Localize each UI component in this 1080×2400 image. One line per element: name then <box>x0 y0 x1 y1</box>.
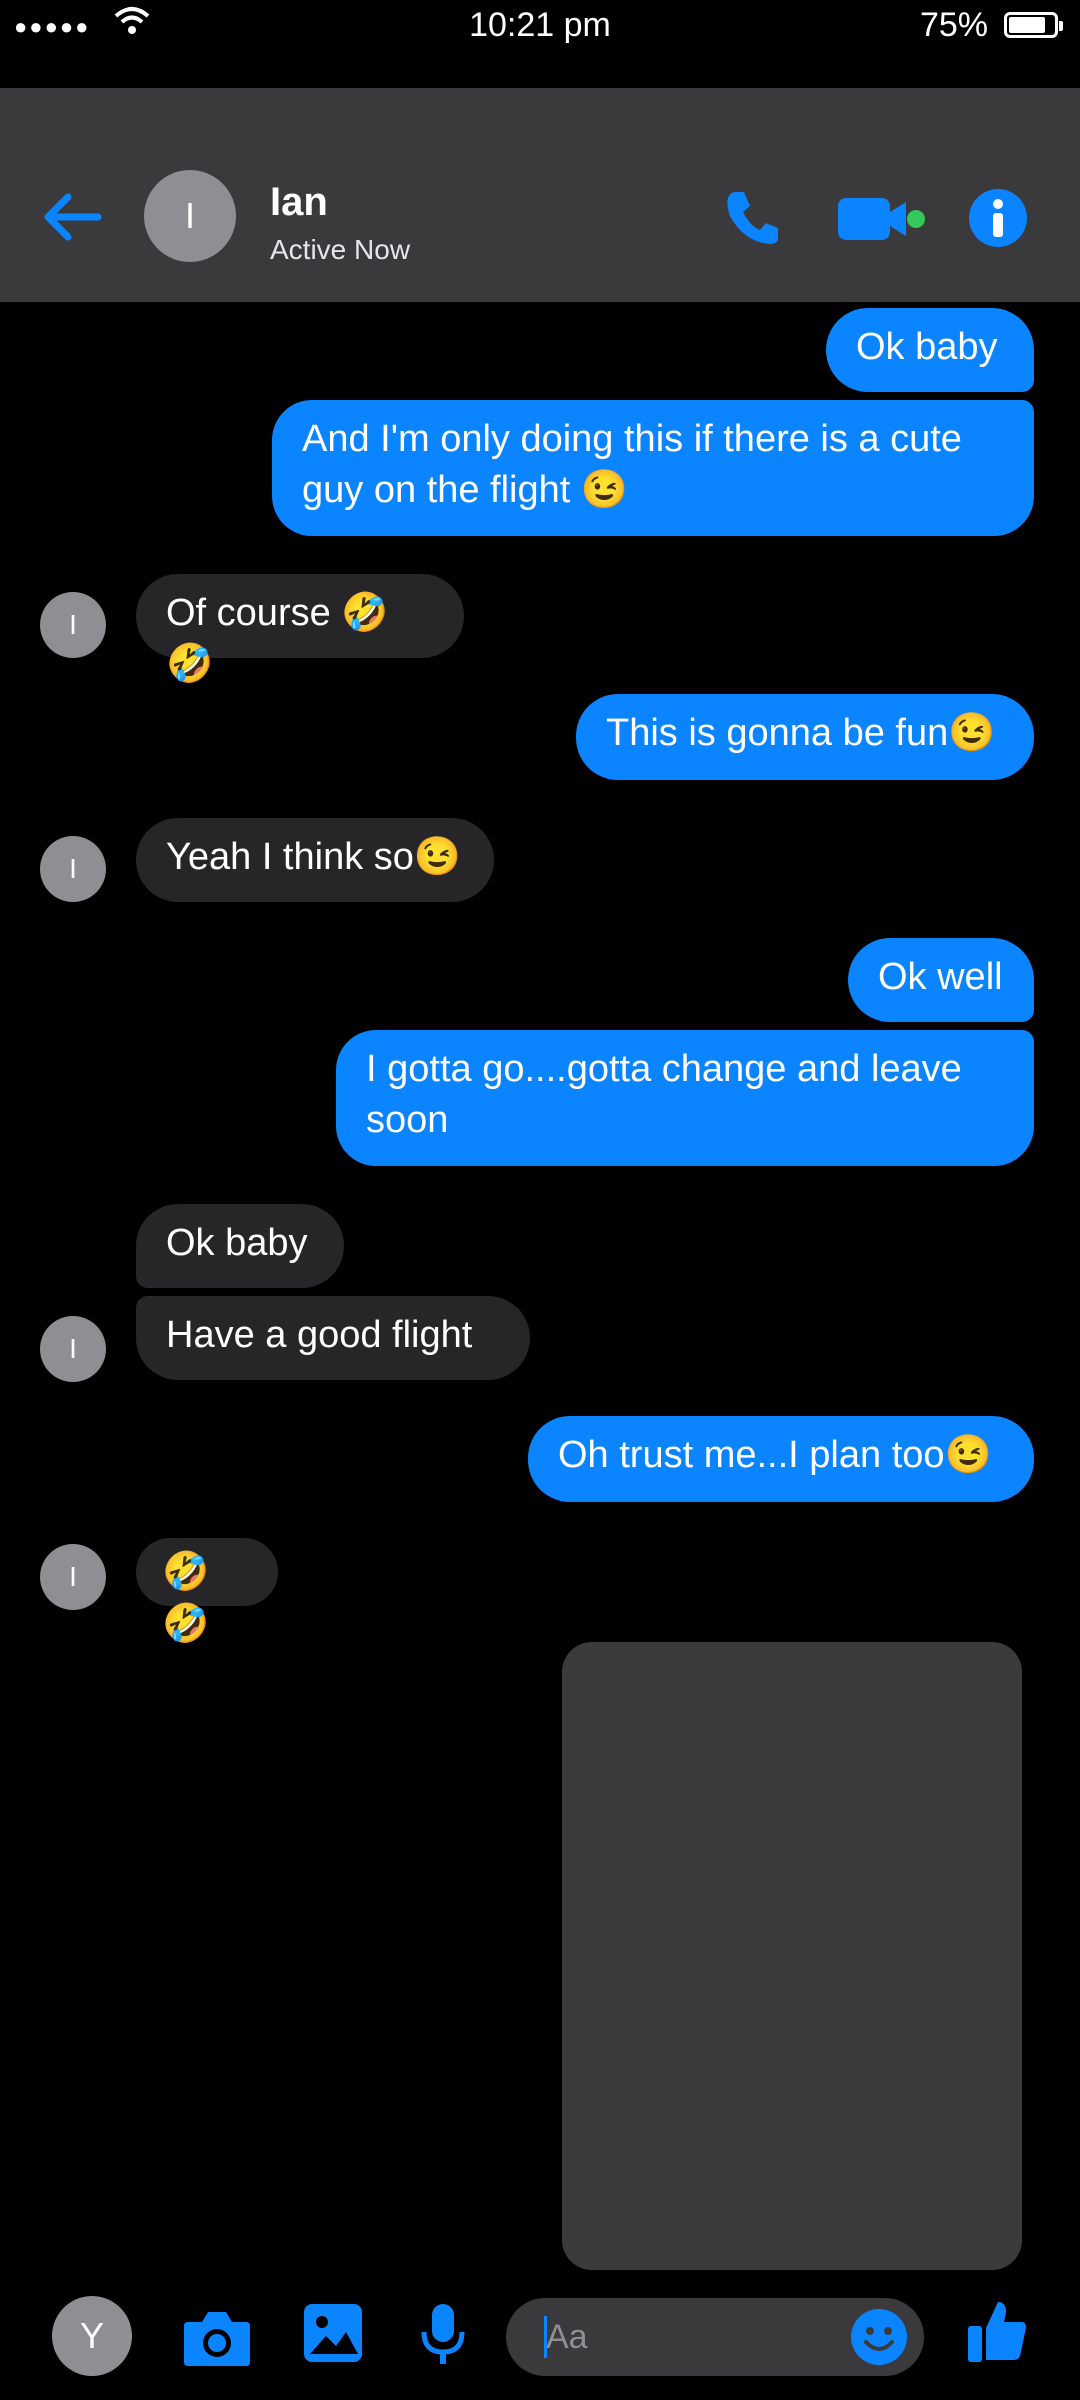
battery-icon <box>1004 12 1063 38</box>
contact-status: Active Now <box>270 234 411 265</box>
incoming-message[interactable]: Of course 🤣🤣 <box>136 574 464 685</box>
status-bar: ●●●●● 10:21 pm 75% <box>0 0 1080 52</box>
video-call-icon[interactable] <box>836 194 926 244</box>
conversation-header: I Ian Active Now <box>0 88 1080 302</box>
camera-icon[interactable] <box>182 2308 252 2368</box>
phone-call-icon[interactable] <box>722 188 782 248</box>
incoming-message[interactable]: 🤣🤣 <box>136 1538 278 1645</box>
microphone-icon[interactable] <box>420 2302 466 2368</box>
status-time: 10:21 pm <box>469 6 611 44</box>
outgoing-message[interactable]: Ok well <box>848 938 1034 1022</box>
incoming-message[interactable]: Yeah I think so😉 <box>136 818 494 902</box>
outgoing-message[interactable]: And I'm only doing this if there is a cu… <box>272 400 1034 536</box>
photo-message-placeholder[interactable] <box>562 1642 1022 2270</box>
battery-percent: 75% <box>919 6 988 44</box>
outgoing-message[interactable]: I gotta go....gotta change and leave soo… <box>336 1030 1034 1166</box>
gallery-icon[interactable] <box>302 2302 364 2364</box>
thumbs-up-icon[interactable] <box>966 2298 1028 2364</box>
contact-mini-avatar[interactable]: I <box>40 836 106 902</box>
outgoing-message[interactable]: Ok baby <box>826 308 1034 392</box>
contact-avatar[interactable]: I <box>144 170 236 262</box>
contact-mini-avatar[interactable]: I <box>40 1316 106 1382</box>
user-avatar[interactable]: Y <box>52 2296 132 2376</box>
composer-bar: Y Aa <box>0 2282 1080 2400</box>
contact-mini-avatar[interactable]: I <box>40 592 106 658</box>
contact-mini-avatar[interactable]: I <box>40 1544 106 1610</box>
contact-name[interactable]: Ian <box>270 180 328 225</box>
emoji-icon[interactable] <box>850 2308 908 2366</box>
message-list: Ok baby And I'm only doing this if there… <box>0 302 1080 2282</box>
incoming-message[interactable]: Ok baby <box>136 1204 344 1288</box>
back-arrow-icon[interactable] <box>40 192 102 242</box>
incoming-message[interactable]: Have a good flight <box>136 1296 530 1380</box>
outgoing-message[interactable]: Oh trust me...I plan too😉 <box>528 1416 1034 1502</box>
info-icon[interactable] <box>968 188 1028 248</box>
outgoing-message[interactable]: This is gonna be fun😉 <box>576 694 1034 780</box>
